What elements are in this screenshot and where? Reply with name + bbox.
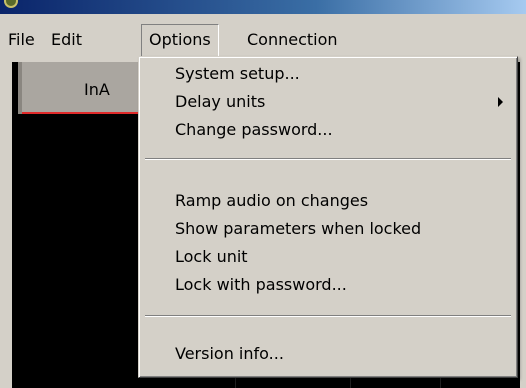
- menu-item-delay-units[interactable]: Delay units: [139, 88, 517, 116]
- app-icon[interactable]: [4, 0, 18, 8]
- menu-connection[interactable]: Connection: [239, 24, 346, 58]
- menu-bar: File Edit Options Connection: [0, 24, 526, 58]
- menu-item-lock-with-password[interactable]: Lock with password...: [139, 271, 517, 299]
- menu-separator: [145, 315, 511, 317]
- menu-item-change-password[interactable]: Change password...: [139, 116, 517, 144]
- menu-item-version-info[interactable]: Version info...: [139, 340, 517, 368]
- menu-edit[interactable]: Edit: [43, 24, 90, 58]
- menu-item-lock-unit[interactable]: Lock unit: [139, 243, 517, 271]
- input-tab-label: InA: [84, 80, 110, 99]
- options-dropdown-menu: System setup... Delay units Change passw…: [138, 56, 518, 378]
- input-tab[interactable]: [18, 62, 138, 114]
- title-bar: [0, 0, 526, 14]
- menu-file[interactable]: File: [0, 24, 43, 58]
- menu-options[interactable]: Options: [141, 24, 219, 58]
- menu-item-ramp-audio[interactable]: Ramp audio on changes: [139, 187, 517, 215]
- input-tab-edge: [18, 62, 22, 114]
- submenu-arrow-icon: [498, 97, 503, 107]
- menu-item-system-setup[interactable]: System setup...: [139, 60, 517, 88]
- menu-item-show-parameters[interactable]: Show parameters when locked: [139, 215, 517, 243]
- menu-item-delay-units-label: Delay units: [175, 92, 266, 111]
- menu-separator: [145, 158, 511, 160]
